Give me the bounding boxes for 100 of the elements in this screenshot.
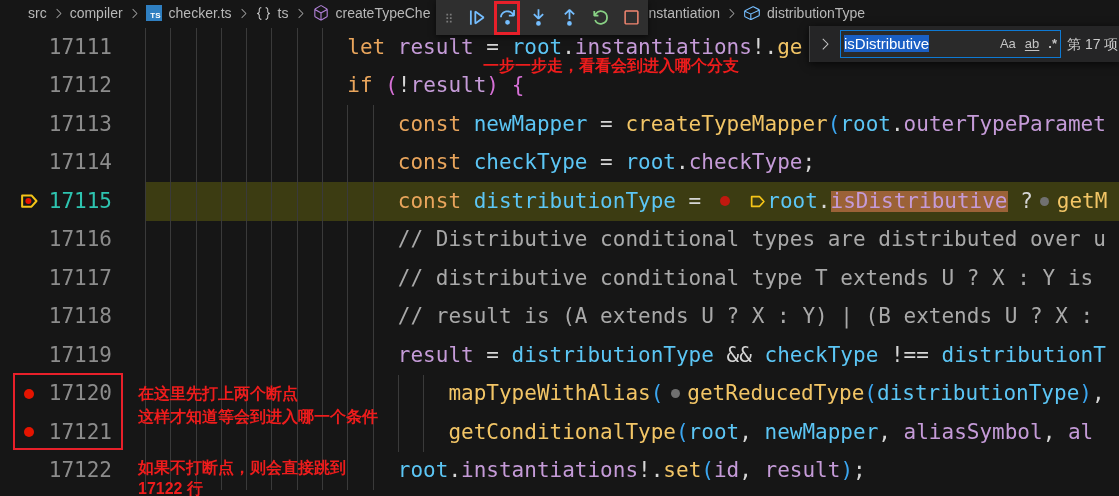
code-token: const (397, 152, 463, 174)
code-token: . (562, 36, 575, 58)
breadcrumb-item[interactable]: nstantiation (648, 2, 721, 24)
code-token: . (448, 460, 462, 482)
code-token: distributionType (877, 383, 1080, 405)
code-token: outerTypeParamet (903, 113, 1106, 135)
code-token: ( (650, 383, 664, 405)
code-token: getM (1056, 190, 1108, 212)
whole-word-icon[interactable]: ab (1024, 34, 1040, 54)
match-count: 第 17 项 (1067, 34, 1119, 54)
code-token: // distributive conditional type T extends U ? X : Y is (397, 267, 1094, 289)
line-number: 17122 (47, 457, 112, 484)
code-token: ( (864, 383, 877, 405)
code-token: root (767, 190, 818, 212)
breakpoint-hint-icon[interactable] (670, 389, 680, 399)
annotation-text: 如果不打断点，则会直接跳到 (138, 458, 346, 478)
code-token: isDistributive (830, 190, 1008, 212)
line-number: 17115 (47, 187, 112, 215)
breadcrumb-item[interactable]: ts (277, 2, 289, 24)
field-icon (743, 4, 762, 22)
step-over-button[interactable] (496, 2, 519, 33)
code-token: const (397, 113, 463, 135)
code-token: = (599, 152, 614, 174)
step-over-icon (497, 8, 517, 27)
code-token: instantiations (574, 36, 752, 58)
code-token: checkType (688, 152, 803, 174)
line-number: 17120 (47, 380, 112, 407)
code-token: root (840, 113, 891, 135)
code-token: root (688, 421, 740, 443)
code-token: result (764, 460, 841, 482)
code-token: ? (1019, 190, 1033, 212)
breakpoint-icon[interactable] (24, 388, 34, 399)
line-number: 17116 (47, 226, 112, 253)
annotation-text: 一步一步走，看看会到进入哪个分支 (483, 58, 739, 74)
code-token: checkType (764, 344, 879, 366)
breadcrumb-item[interactable]: src (28, 2, 47, 24)
code-token: newMapper (764, 421, 879, 443)
code-token: checkType (473, 152, 588, 174)
code-token: , (1091, 383, 1105, 405)
breakpoint-hint-icon[interactable] (1040, 196, 1050, 206)
breadcrumb-item[interactable]: checker.ts (168, 2, 232, 24)
find-input[interactable]: isDistributive Aa ab .* (840, 30, 1061, 58)
code-token: id (713, 460, 740, 482)
code-token: ; (853, 460, 866, 482)
case-sensitive-icon[interactable]: Aa (999, 34, 1016, 54)
code-token: ( (385, 75, 398, 97)
line-number: 17117 (47, 264, 112, 292)
code-token: distributionType (473, 190, 676, 212)
breadcrumb-item[interactable]: distributionType (767, 2, 866, 24)
code-token: if (347, 75, 374, 97)
line-number: 17114 (47, 149, 112, 176)
line-number: 17112 (47, 72, 112, 99)
code-token: . (890, 113, 904, 135)
code-token: , (1042, 421, 1057, 443)
regex-icon[interactable]: .* (1048, 34, 1057, 54)
code-token: ; (802, 152, 816, 174)
code-token: createTypeMapper (625, 113, 828, 135)
code-token: ! (397, 75, 411, 97)
code-token: = (485, 36, 499, 58)
code-token: result (397, 36, 474, 58)
code-token: . (676, 152, 689, 174)
code-token: root (511, 36, 563, 58)
code-token: // result is (A extends U ? X : Y) | (B extends U ? X : (397, 306, 1094, 328)
braces-icon (254, 4, 272, 22)
code-token: ( (675, 421, 689, 443)
code-token: ) { (486, 75, 525, 97)
line-number: 17118 (47, 303, 112, 330)
annotation-text: 这样才知道等会到进入哪一个条件 (138, 407, 378, 427)
code-token: , (739, 460, 753, 482)
code-token: , (878, 421, 892, 443)
code-token: distributionT (941, 344, 1106, 366)
stop-icon (621, 8, 641, 27)
line-number: 17113 (47, 110, 112, 138)
code-token: ) (1079, 383, 1092, 405)
restart-icon (590, 8, 610, 27)
code-token: root (397, 460, 449, 482)
line-number: 17119 (47, 341, 112, 369)
line-number: 17121 (47, 418, 112, 446)
code-token: let (347, 36, 387, 58)
code-token: ge (777, 36, 803, 58)
code-token: , (739, 421, 753, 443)
code-token: root (625, 152, 676, 174)
code-token: !. (638, 460, 664, 482)
breadcrumb-item[interactable]: createTypeChe (335, 2, 431, 24)
code-token: getConditionalType (448, 421, 676, 443)
code-token: = (599, 113, 614, 135)
typescript-file-icon: TS (145, 5, 162, 21)
code-token: !. (751, 36, 778, 58)
code-token: distributionType (511, 344, 714, 366)
breadcrumb-item[interactable]: compiler (69, 2, 123, 24)
code-token: = (485, 344, 500, 366)
code-token: !== (889, 344, 930, 366)
code-token: result (410, 75, 487, 97)
code-token: ) (840, 460, 854, 482)
code-token: = (687, 190, 702, 212)
code-token: ( (701, 460, 714, 482)
code-token: ( (827, 113, 841, 135)
breakpoint-icon[interactable] (24, 427, 34, 438)
code-token: . (817, 190, 831, 212)
code-token: set (663, 460, 702, 482)
